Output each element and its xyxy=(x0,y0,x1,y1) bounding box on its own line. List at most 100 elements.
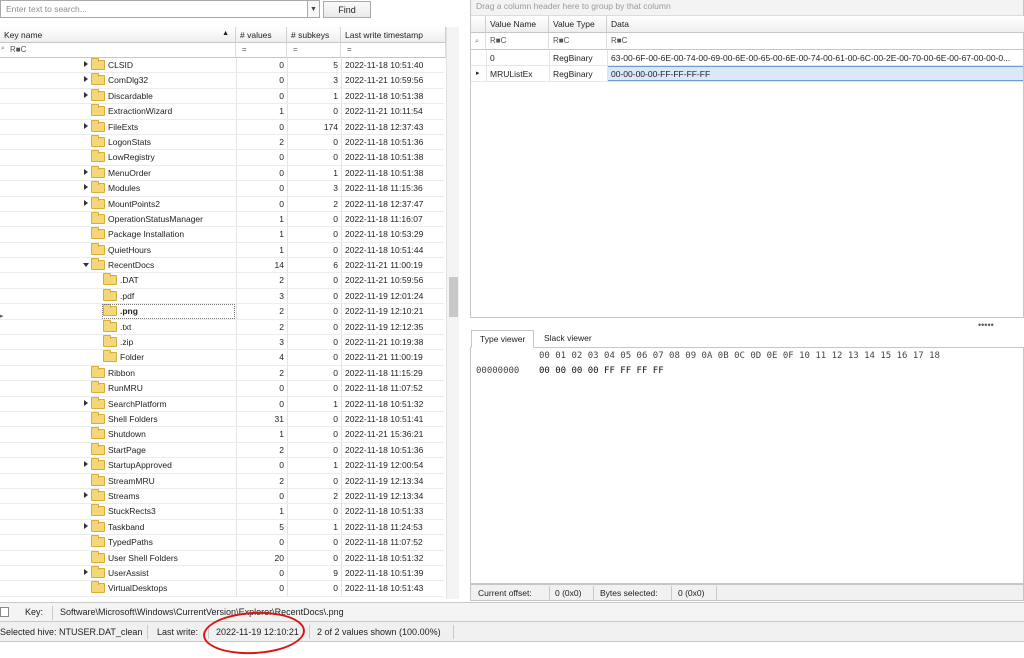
key-row[interactable]: Taskband 5 1 2022-11-18 11:24:53 xyxy=(0,519,444,536)
hex-column-header: 00 01 02 03 04 05 06 07 08 09 0A 0B 0C 0… xyxy=(539,351,940,361)
key-path: Software\Microsoft\Windows\CurrentVersio… xyxy=(60,607,344,617)
folder-icon xyxy=(103,335,117,348)
key-name: Ribbon xyxy=(108,367,135,378)
search-input[interactable]: Enter text to search... xyxy=(0,0,308,18)
key-row[interactable]: CLSID 0 5 2022-11-18 10:51:40 xyxy=(0,58,444,74)
key-row[interactable]: Shutdown 1 0 2022-11-21 15:36:21 xyxy=(0,427,444,443)
filter-row-icon: ⌕ xyxy=(471,33,486,50)
last-write-timestamp: 2022-11-21 15:36:21 xyxy=(345,429,424,440)
subkey-count: 1 xyxy=(333,398,338,409)
collapse-arrow-icon[interactable] xyxy=(83,263,89,268)
key-row[interactable]: MenuOrder 0 1 2022-11-18 10:51:38 xyxy=(0,165,444,182)
filter-value-name[interactable]: R■C xyxy=(486,33,549,50)
last-write-timestamp: 2022-11-18 10:51:43 xyxy=(345,583,424,594)
key-row[interactable]: VirtualDesktops 0 0 2022-11-18 10:51:43 xyxy=(0,581,444,597)
column-header-data[interactable]: Data xyxy=(607,16,1024,33)
key-row[interactable]: RecentDocs 14 6 2022-11-21 11:00:19 xyxy=(0,258,444,274)
key-path-checkbox[interactable] xyxy=(0,607,9,617)
key-row[interactable]: MountPoints2 0 2 2022-11-18 12:37:47 xyxy=(0,196,444,212)
key-row[interactable]: StartupApproved 0 1 2022-11-19 12:00:54 xyxy=(0,458,444,474)
group-by-bar[interactable]: Drag a column header here to group by th… xyxy=(471,0,1023,16)
key-row[interactable]: QuietHours 1 0 2022-11-18 10:51:44 xyxy=(0,242,444,259)
expand-arrow-icon[interactable] xyxy=(84,61,88,67)
value-name: MRUListEx xyxy=(490,69,533,79)
key-row[interactable]: ComDlg32 0 3 2022-11-21 10:59:56 xyxy=(0,73,444,89)
find-button[interactable]: Find xyxy=(323,1,371,18)
subkey-count: 6 xyxy=(333,260,338,271)
key-row[interactable]: .DAT 2 0 2022-11-21 10:59:56 xyxy=(0,273,444,289)
expand-arrow-icon[interactable] xyxy=(84,184,88,191)
key-rows: CLSID 0 5 2022-11-18 10:51:40 ComDlg32 0 3 2022… xyxy=(0,58,444,597)
subkey-count: 3 xyxy=(333,75,338,86)
key-row[interactable]: .zip 3 0 2022-11-21 10:19:38 xyxy=(0,335,444,351)
tree-scrollbar[interactable] xyxy=(446,27,459,599)
key-row[interactable]: Modules 0 3 2022-11-18 11:15:36 xyxy=(0,181,444,197)
key-name: MenuOrder xyxy=(108,167,151,178)
last-write-timestamp: 2022-11-18 10:51:32 xyxy=(345,398,424,409)
tab-type-viewer[interactable]: Type viewer xyxy=(471,330,535,348)
expand-arrow-icon[interactable] xyxy=(84,199,88,206)
value-count: 1 xyxy=(279,213,284,224)
expand-arrow-icon[interactable] xyxy=(84,76,88,83)
key-row[interactable]: RunMRU 0 0 2022-11-18 11:07:52 xyxy=(0,381,444,397)
filter-timestamp[interactable]: = xyxy=(341,43,446,58)
last-write-timestamp: 2022-11-18 11:24:53 xyxy=(345,521,423,532)
expand-arrow-icon[interactable] xyxy=(84,399,88,406)
value-row[interactable]: ▸ MRUListEx RegBinary 00-00-00-00-FF-FF-FF-… xyxy=(471,66,1023,82)
key-row[interactable]: Package Installation 1 0 2022-11-18 10:53:2… xyxy=(0,227,444,243)
column-label: Key name xyxy=(4,30,43,40)
column-header-values[interactable]: # values xyxy=(236,27,287,43)
column-header-key-name[interactable]: Key name ▲ xyxy=(0,27,236,43)
splitter-grip[interactable]: ••••• xyxy=(978,320,998,330)
key-row[interactable]: .pdf 3 0 2022-11-19 12:01:24 xyxy=(0,288,444,305)
key-row[interactable]: StreamMRU 2 0 2022-11-19 12:13:34 xyxy=(0,473,444,489)
key-row[interactable]: OperationStatusManager 1 0 2022-11-18 11:16… xyxy=(0,211,444,228)
key-row[interactable]: .png 2 0 2022-11-19 12:10:21 xyxy=(0,304,444,320)
filter-value-type[interactable]: R■C xyxy=(549,33,607,50)
key-row[interactable]: TypedPaths 0 0 2022-11-18 11:07:52 xyxy=(0,535,444,551)
key-name: .png xyxy=(120,306,138,317)
filter-values[interactable]: = xyxy=(236,43,287,58)
key-row[interactable]: ExtractionWizard 1 0 2022-11-21 10:11:54 xyxy=(0,104,444,120)
expand-arrow-icon[interactable] xyxy=(84,122,88,129)
key-row[interactable]: LowRegistry 0 0 2022-11-18 10:51:38 xyxy=(0,150,444,166)
last-write-timestamp: 2022-11-21 11:00:19 xyxy=(345,352,423,363)
tab-slack-viewer[interactable]: Slack viewer xyxy=(536,330,600,348)
key-row[interactable]: Streams 0 2 2022-11-19 12:13:34 xyxy=(0,488,444,505)
column-header-value-name[interactable]: Value Name xyxy=(486,16,549,33)
scrollbar-thumb[interactable] xyxy=(449,277,458,317)
key-row[interactable]: FileExts 0 174 2022-11-18 12:37:43 xyxy=(0,119,444,135)
value-row[interactable]: 0 RegBinary 63-00-6F-00-6E-00-74-00-69-00-… xyxy=(471,50,1023,66)
key-row[interactable]: Folder 4 0 2022-11-21 11:00:19 xyxy=(0,350,444,366)
hex-viewer[interactable]: 00 01 02 03 04 05 06 07 08 09 0A 0B 0C 0… xyxy=(470,348,1024,584)
key-row[interactable]: StuckRects3 1 0 2022-11-18 10:51:33 xyxy=(0,504,444,520)
folder-icon xyxy=(103,273,117,286)
key-row[interactable]: Shell Folders 31 0 2022-11-18 10:51:41 xyxy=(0,411,444,428)
key-row[interactable]: UserAssist 0 9 2022-11-18 10:51:39 xyxy=(0,565,444,582)
last-write-timestamp: 2022-11-21 11:00:19 xyxy=(345,260,423,271)
expand-arrow-icon[interactable] xyxy=(84,522,88,529)
last-write-timestamp: 2022-11-18 10:51:36 xyxy=(345,136,424,147)
key-row[interactable]: StartPage 2 0 2022-11-18 10:51:36 xyxy=(0,442,444,459)
expand-arrow-icon[interactable] xyxy=(84,461,88,468)
value-count: 2 xyxy=(279,321,284,332)
key-row[interactable]: Ribbon 2 0 2022-11-18 11:15:29 xyxy=(0,365,444,382)
folder-icon xyxy=(103,319,117,332)
column-header-subkeys[interactable]: # subkeys xyxy=(287,27,341,43)
key-row[interactable]: User Shell Folders 20 0 2022-11-18 10:51:32 xyxy=(0,550,444,566)
key-row[interactable]: LogonStats 2 0 2022-11-18 10:51:36 xyxy=(0,134,444,151)
column-header-value-type[interactable]: Value Type xyxy=(549,16,607,33)
key-row[interactable]: .txt 2 0 2022-11-19 12:12:35 xyxy=(0,319,444,336)
expand-arrow-icon[interactable] xyxy=(84,491,88,498)
expand-arrow-icon[interactable] xyxy=(84,91,88,98)
key-row[interactable]: SearchPlatform 0 1 2022-11-18 10:51:32 xyxy=(0,396,444,412)
filter-key-name[interactable]: ⌕ R■C xyxy=(0,43,236,58)
expand-arrow-icon[interactable] xyxy=(84,168,88,175)
expand-arrow-icon[interactable] xyxy=(84,568,88,575)
column-header-timestamp[interactable]: Last write timestamp xyxy=(341,27,446,43)
search-dropdown-button[interactable]: ▼ xyxy=(308,0,320,18)
filter-data[interactable]: R■C xyxy=(607,33,1024,50)
hex-bytes[interactable]: 00 00 00 00 FF FF FF FF xyxy=(539,366,664,376)
filter-subkeys[interactable]: = xyxy=(287,43,341,58)
key-row[interactable]: Discardable 0 1 2022-11-18 10:51:38 xyxy=(0,88,444,105)
